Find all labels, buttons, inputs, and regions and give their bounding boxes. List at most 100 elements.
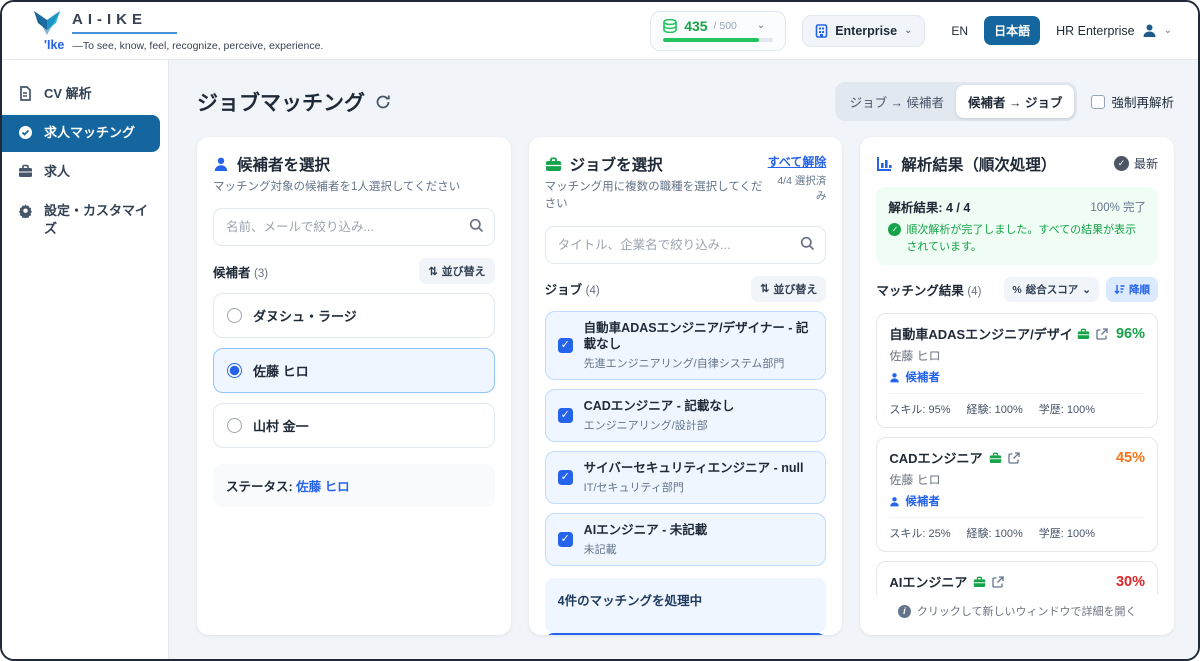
job-sort-button[interactable]: ⇅並び替え <box>751 276 826 302</box>
candidate-list-count: (3) <box>254 268 268 280</box>
percent-icon: % <box>1012 284 1021 296</box>
checkbox-unchecked-icon <box>1091 95 1105 109</box>
job-select-panel: ジョブを選択 マッチング用に複数の職種を選択してください すべて解除 4/4 選… <box>529 137 843 635</box>
chevron-down-icon: ⌄ <box>1082 284 1091 296</box>
briefcase-icon <box>1077 328 1090 340</box>
checkbox-checked-icon: ✓ <box>558 470 573 485</box>
external-link-icon[interactable] <box>1008 452 1020 464</box>
status-label: ステータス: <box>226 480 293 494</box>
job-option[interactable]: ✓ 自動車ADASエンジニア/デザイナー - 記載なし先進エンジニアリング/自律… <box>545 311 827 381</box>
clear-all-link[interactable]: すべて解除 <box>768 153 827 170</box>
credits-total: / 500 <box>714 20 737 32</box>
result-card[interactable]: CADエンジニア 45% 佐藤 ヒロ 候補者 <box>876 437 1158 552</box>
job-option[interactable]: ✓ CADエンジニア - 記載なしエンジニアリング/設計部 <box>545 389 827 442</box>
education-score: 学歴: 100% <box>1039 401 1095 417</box>
run-analysis-button[interactable]: ▶ 解析実行 <box>545 633 827 635</box>
candidate-option[interactable]: ダヌシュ・ラージ <box>213 293 495 338</box>
coins-icon <box>663 19 678 33</box>
match-score: 30% <box>1116 574 1145 590</box>
brand-block: AI-IKE 'Ike —To see, know, feel, recogni… <box>32 10 323 52</box>
education-score: 学歴: 100% <box>1039 525 1095 541</box>
sidebar-item-label: CV 解析 <box>44 85 92 104</box>
score-sort-dropdown[interactable]: % 総合スコア ⌄ <box>1004 277 1099 302</box>
person-icon <box>213 156 229 172</box>
gear-icon <box>18 203 34 218</box>
language-toggle: EN 日本語 <box>941 16 1040 45</box>
credits-used: 435 <box>684 18 707 34</box>
sidebar-item-label: 設定・カスタマイズ <box>44 202 150 240</box>
checkbox-checked-icon: ✓ <box>558 408 573 423</box>
bar-chart-icon <box>876 156 893 172</box>
app-window: AI-IKE 'Ike —To see, know, feel, recogni… <box>0 0 1200 661</box>
descending-sort-button[interactable]: 降順 <box>1106 277 1158 302</box>
mode-candidate-to-job[interactable]: 候補者 → ジョブ <box>956 85 1074 118</box>
job-option[interactable]: ✓ サイバーセキュリティエンジニア - nullIT/セキュリティ部門 <box>545 451 827 504</box>
job-option[interactable]: ✓ AIエンジニア - 未記載未記載 <box>545 513 827 566</box>
sidebar-item-cv-analysis[interactable]: CV 解析 <box>2 76 160 113</box>
candidate-list-label: 候補者 <box>213 266 251 280</box>
result-card[interactable]: 自動車ADASエンジニア/デザイナー 96% 佐藤 ヒロ 候補者 <box>876 313 1158 428</box>
results-list[interactable]: 自動車ADASエンジニア/デザイナー 96% 佐藤 ヒロ 候補者 <box>876 313 1158 595</box>
candidate-badge: 候補者 <box>889 493 1145 509</box>
sidebar-item-label: 求人マッチング <box>44 124 135 143</box>
progress-label: 解析結果: 4 / 4 <box>888 197 970 216</box>
account-menu[interactable]: HR Enterprise ⌄ <box>1056 23 1172 38</box>
job-list-label: ジョブ <box>545 283 583 297</box>
sort-descending-icon <box>1114 284 1125 295</box>
credits-dropdown[interactable]: 435 / 500 ⌄ <box>650 11 786 51</box>
credits-progress-track <box>663 38 773 42</box>
lang-ja-button[interactable]: 日本語 <box>984 16 1040 45</box>
candidate-status: ステータス: 佐藤 ヒロ <box>213 464 495 507</box>
analysis-progress-box: 解析結果: 4 / 4 100% 完了 ✓ 順次解析が完了しました。すべての結果… <box>876 187 1158 265</box>
checkbox-checked-icon: ✓ <box>558 338 573 353</box>
candidate-panel-subtitle: マッチング対象の候補者を1人選択してください <box>213 179 460 196</box>
results-list-label: マッチング結果 <box>876 284 964 298</box>
refresh-icon[interactable] <box>375 94 391 110</box>
check-circle-icon: ✓ <box>1114 156 1129 171</box>
user-icon <box>1142 23 1157 38</box>
app-title: AI-IKE <box>72 11 177 34</box>
credits-progress-fill <box>663 38 759 42</box>
logo-icon <box>32 10 62 36</box>
external-link-icon[interactable] <box>1096 328 1108 340</box>
sidebar-item-jobs[interactable]: 求人 <box>2 154 160 191</box>
status-value: 佐藤 ヒロ <box>296 480 349 494</box>
candidate-select-panel: 候補者を選択 マッチング対象の候補者を1人選択してください 候補者 (3) <box>197 137 511 635</box>
sidebar-item-job-matching[interactable]: 求人マッチング <box>2 115 160 152</box>
sidebar-item-settings[interactable]: 設定・カスタマイズ <box>2 193 160 249</box>
person-icon <box>889 372 900 383</box>
org-selector[interactable]: Enterprise ⌄ <box>802 15 925 47</box>
mode-job-to-candidate[interactable]: ジョブ → 候補者 <box>838 85 956 118</box>
sidebar-item-label: 求人 <box>44 163 70 182</box>
check-circle-icon <box>18 125 34 140</box>
match-score: 96% <box>1116 326 1145 342</box>
briefcase-icon <box>973 576 986 588</box>
main-content: ジョブマッチング ジョブ → 候補者 候補者 → ジョブ 強制再解析 <box>169 60 1198 659</box>
radio-icon <box>227 418 242 433</box>
results-panel-title: 解析結果（順次処理） <box>901 153 1056 175</box>
top-right-controls: 435 / 500 ⌄ Enterprise ⌄ <box>650 11 1172 51</box>
candidate-option-selected[interactable]: 佐藤 ヒロ <box>213 348 495 393</box>
search-icon <box>800 236 815 251</box>
tagline-brand: 'Ike <box>44 38 64 52</box>
sort-arrows-icon: ⇅ <box>760 282 769 295</box>
building-icon <box>815 24 828 38</box>
candidate-sort-button[interactable]: ⇅並び替え <box>419 258 494 284</box>
candidate-option[interactable]: 山村 金一 <box>213 403 495 448</box>
experience-score: 経験: 100% <box>966 525 1022 541</box>
candidate-search-input[interactable] <box>213 208 495 246</box>
job-panel-title: ジョブを選択 <box>570 153 663 175</box>
sidebar: CV 解析 求人マッチング 求人 設定・カスタマイズ <box>2 60 169 659</box>
job-search-input[interactable] <box>545 226 827 264</box>
jobs-selected-count: 4/4 選択済み <box>768 174 827 203</box>
results-footer-hint: i クリックして新しいウィンドウで詳細を開く <box>876 595 1158 619</box>
radio-checked-icon <box>227 363 242 378</box>
force-reanalyze-checkbox[interactable]: 強制再解析 <box>1091 92 1174 111</box>
result-card[interactable]: AIエンジニア 30% 佐藤 ヒロ 候補者 <box>876 561 1158 595</box>
result-candidate-name: 佐藤 ヒロ <box>889 471 1145 488</box>
main-header: ジョブマッチング ジョブ → 候補者 候補者 → ジョブ 強制再解析 <box>197 60 1174 137</box>
lang-en-button[interactable]: EN <box>941 18 978 44</box>
account-name: HR Enterprise <box>1056 24 1135 38</box>
sort-arrows-icon: ⇅ <box>428 265 437 278</box>
external-link-icon[interactable] <box>992 576 1004 588</box>
